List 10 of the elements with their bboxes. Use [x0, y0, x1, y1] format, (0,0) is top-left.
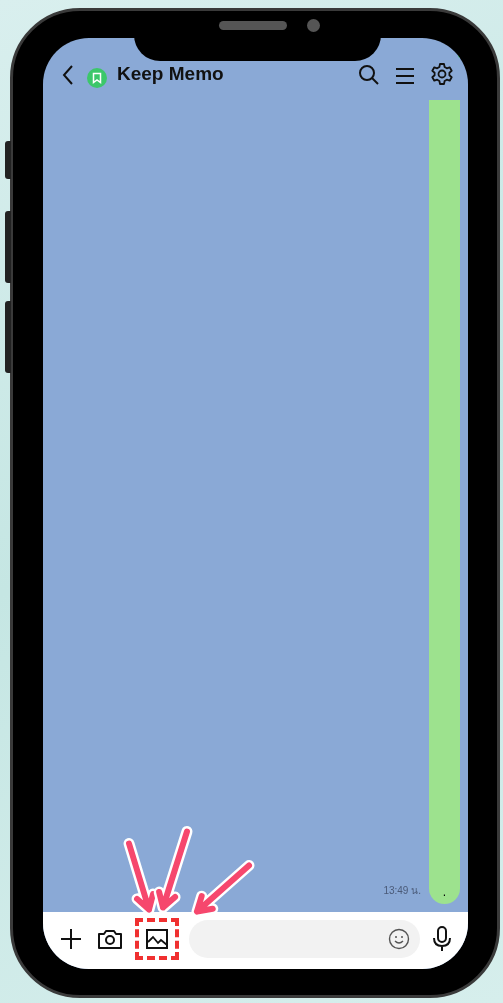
microphone-icon[interactable]	[430, 923, 454, 954]
message-time: 13:49 น.	[383, 884, 421, 898]
message-bubble: .	[429, 100, 460, 904]
speaker-grille	[219, 21, 287, 30]
memo-avatar-icon	[87, 68, 107, 88]
emoji-icon[interactable]	[388, 927, 410, 950]
settings-icon[interactable]	[428, 60, 456, 88]
message-input[interactable]	[189, 919, 420, 958]
front-camera	[307, 19, 320, 32]
chat-title: Keep Memo	[117, 61, 224, 86]
